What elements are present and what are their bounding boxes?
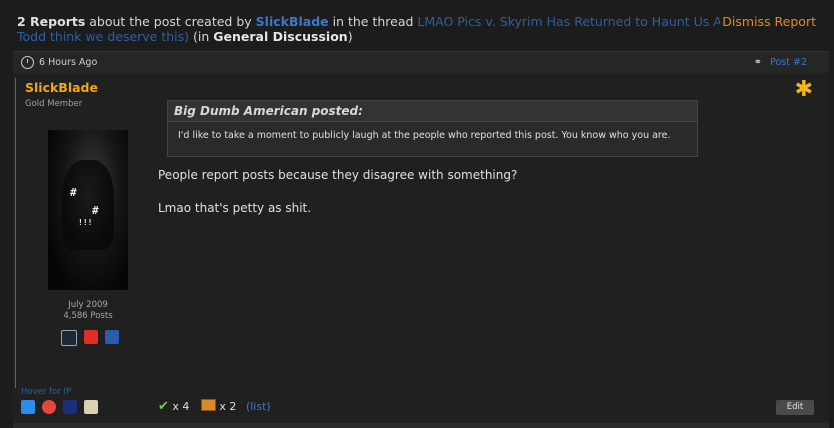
- userinfo-divider: [15, 78, 16, 388]
- browser-icons: [21, 400, 100, 419]
- box-count: x 2: [219, 400, 237, 413]
- windows-icon: [21, 400, 35, 414]
- message-line-1: People report posts because they disagre…: [158, 168, 518, 182]
- quote-author: Big Dumb American posted:: [168, 101, 697, 122]
- report-header: 2 Reports about the post created by Slic…: [17, 14, 817, 44]
- quote-block: Big Dumb American posted: I'd like to ta…: [167, 100, 698, 157]
- user-title: Gold Member: [25, 99, 83, 109]
- avatar-mask-glyph: #: [92, 204, 99, 217]
- quote-text: I'd like to take a moment to publicly la…: [178, 130, 671, 141]
- playstation-icon[interactable]: [105, 330, 120, 344]
- box-icon[interactable]: [200, 399, 216, 411]
- report-about-text: about the post created by: [85, 14, 256, 29]
- hover-for-ip[interactable]: Hover for IP: [21, 387, 71, 397]
- post-container: SlickBlade Gold Member # # !!! July 2009…: [13, 73, 829, 423]
- reaction-list-link[interactable]: (list): [246, 400, 271, 413]
- report-in-close: ): [347, 29, 353, 44]
- edit-button[interactable]: Edit: [776, 400, 814, 415]
- avatar[interactable]: # # !!!: [48, 130, 128, 290]
- avatar-mask-glyph: #: [70, 186, 77, 199]
- post-number-link[interactable]: Post #2: [770, 57, 807, 68]
- chrome-icon: [42, 400, 57, 414]
- message-line-2: Lmao that's petty as shit.: [158, 201, 312, 215]
- report-author-link[interactable]: SlickBlade: [256, 14, 329, 29]
- service-icons: [61, 330, 121, 346]
- report-count: 2 Reports: [17, 14, 86, 29]
- permalink-icon[interactable]: ⚭: [754, 57, 762, 68]
- like-count: x 4: [172, 400, 190, 413]
- calendar-icon: [84, 400, 99, 414]
- post-count: 4,586 Posts: [63, 311, 113, 321]
- youtube-icon[interactable]: [84, 330, 99, 344]
- join-date: July 2009: [68, 300, 108, 310]
- asterisk-icon[interactable]: ✱: [795, 79, 813, 101]
- forum-link[interactable]: General Discussion: [213, 29, 347, 44]
- dismiss-report-link[interactable]: Dismiss Report: [720, 14, 816, 29]
- report-in-open: (in: [189, 29, 214, 44]
- post-time: 6 Hours Ago: [39, 57, 98, 68]
- steam-icon[interactable]: [61, 330, 77, 346]
- report-thread-text: in the thread: [328, 14, 418, 29]
- post-footer: ✔ x 4 x 2 (list): [158, 399, 271, 414]
- clock-icon: [21, 56, 34, 69]
- post-header-bar: 6 Hours Ago ⚭ Post #2: [13, 51, 829, 74]
- username-link[interactable]: SlickBlade: [25, 80, 98, 95]
- bottom-bar: [13, 423, 829, 428]
- checkmark-icon[interactable]: ✔: [158, 399, 169, 414]
- australia-flag-icon: [63, 400, 78, 414]
- avatar-mask-glyph: !!!: [78, 218, 93, 227]
- avatar-hood: [62, 160, 114, 250]
